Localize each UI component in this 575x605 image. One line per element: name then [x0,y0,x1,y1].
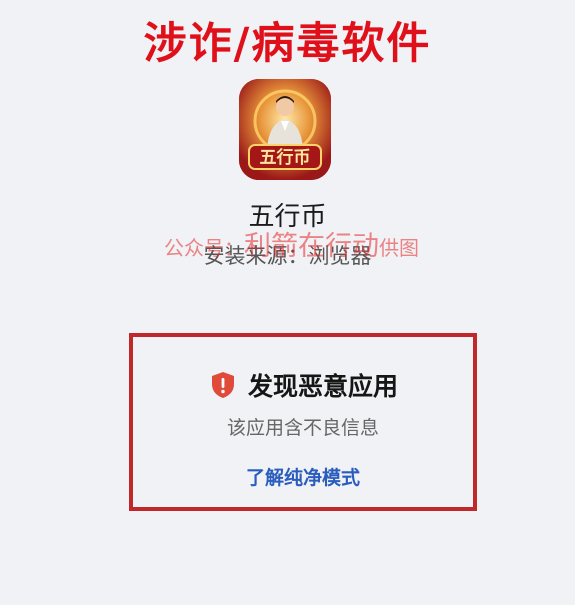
alert-title: 发现恶意应用 [247,372,398,401]
app-icon: 五行币 [239,79,331,180]
malicious-app-alert: 发现恶意应用 该应用含不良信息 了解纯净模式 [129,333,477,511]
app-name: 五行币 [248,202,327,232]
app-icon-artwork: 五行币 [239,79,331,180]
shield-warning-icon [208,370,238,400]
install-source: 安装来源：浏览器 [203,244,372,268]
alert-description: 该应用含不良信息 [226,417,379,439]
app-icon-label: 五行币 [260,147,311,168]
learn-pure-mode-link[interactable]: 了解纯净模式 [133,463,473,490]
fraud-warning-banner: 涉诈/病毒软件 [143,19,432,69]
alert-title-row: 发现恶意应用 [133,367,473,403]
